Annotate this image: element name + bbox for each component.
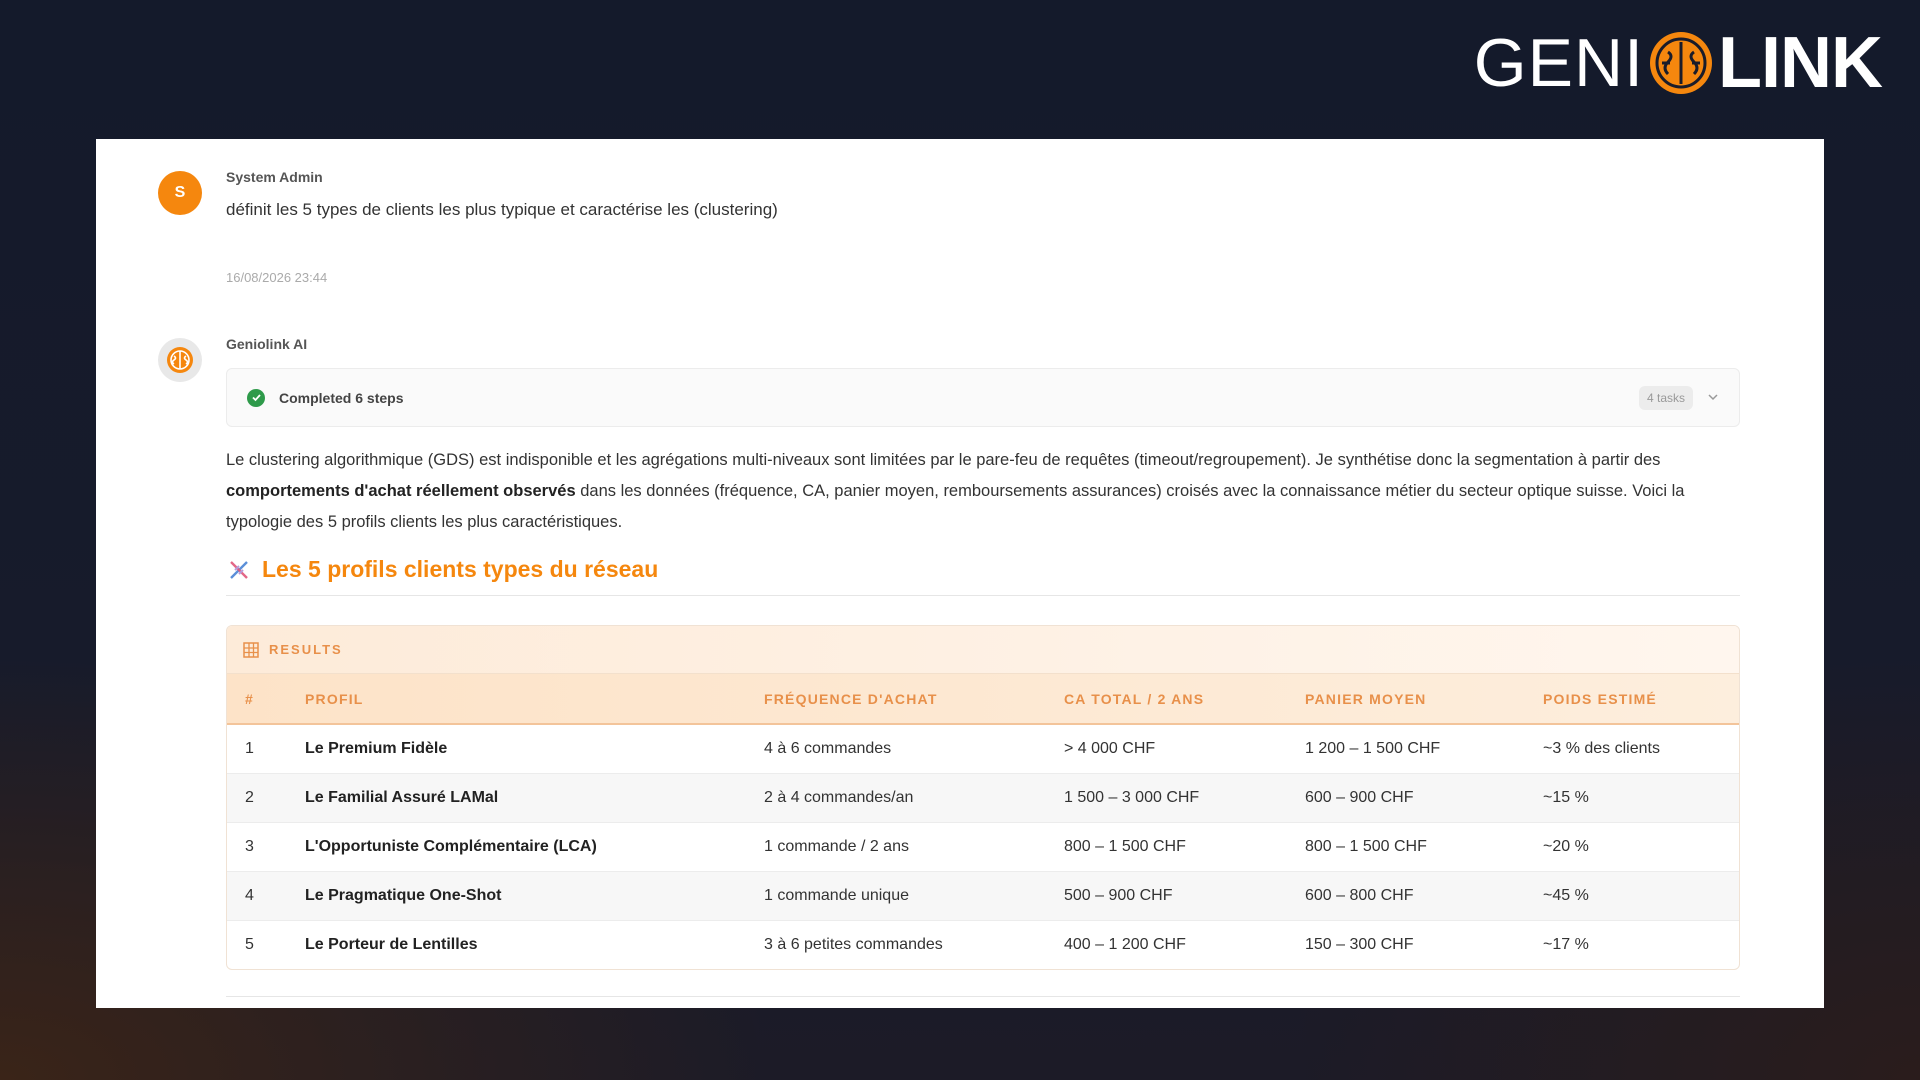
- section-title: Les 5 profils clients types du réseau: [262, 556, 659, 582]
- cell-revenue: 400 – 1 200 CHF: [1064, 935, 1186, 953]
- user-author-name: System Admin: [226, 169, 323, 185]
- message-timestamp: 16/08/2026 23:44: [226, 270, 328, 285]
- chat-panel: S System Admin définit les 5 types de cl…: [96, 139, 1824, 1008]
- table-row: 4 Le Pragmatique One-Shot 1 commande uni…: [227, 871, 1739, 921]
- column-header: PANIER MOYEN: [1305, 674, 1543, 725]
- table-row: 2 Le Familial Assuré LAMal 2 à 4 command…: [227, 773, 1739, 823]
- cell-frequency: 1 commande / 2 ans: [764, 822, 1064, 872]
- cell-profile: Le Pragmatique One-Shot: [305, 871, 764, 921]
- chevron-down-icon[interactable]: [1707, 390, 1719, 406]
- geniolink-logo: GENI LINK: [1473, 23, 1883, 103]
- table-row: 5 Le Porteur de Lentilles 3 à 6 petites …: [227, 920, 1739, 969]
- ai-avatar: [158, 338, 202, 382]
- cell-basket: 150 – 300 CHF: [1305, 935, 1414, 953]
- cell-basket: 600 – 800 CHF: [1305, 871, 1543, 921]
- cell-index: 5: [245, 935, 254, 953]
- results-table-card: RESULTS # PROFIL FRÉQUENCE D'ACHAT CA TO…: [226, 625, 1740, 970]
- cell-weight: ~45 %: [1543, 871, 1739, 921]
- cell-profile: Le Premium Fidèle: [305, 724, 764, 774]
- cell-basket: 1 200 – 1 500 CHF: [1305, 724, 1543, 774]
- cell-weight: ~3 % des clients: [1543, 724, 1739, 774]
- logo-text-left: GENI: [1473, 25, 1645, 101]
- cell-revenue: 500 – 900 CHF: [1064, 871, 1305, 921]
- paragraph-bold: comportements d'achat réellement observé…: [226, 482, 576, 500]
- cell-revenue: > 4 000 CHF: [1064, 724, 1305, 774]
- cell-revenue: 1 500 – 3 000 CHF: [1064, 773, 1305, 823]
- cell-frequency: 1 commande unique: [764, 871, 1064, 921]
- table-grid-icon: [243, 641, 259, 658]
- table-row: 3 L'Opportuniste Complémentaire (LCA) 1 …: [227, 822, 1739, 872]
- logo-text-right: LINK: [1718, 23, 1883, 103]
- column-header: #: [227, 674, 305, 725]
- cell-frequency: 3 à 6 petites commandes: [764, 935, 943, 953]
- column-header: POIDS ESTIMÉ: [1543, 674, 1739, 725]
- cell-frequency: 4 à 6 commandes: [764, 724, 1064, 774]
- results-header: RESULTS: [227, 626, 1739, 674]
- tasks-badge: 4 tasks: [1638, 385, 1693, 410]
- section-heading: Les 5 profils clients types du réseau: [226, 556, 1740, 596]
- paragraph-part-1: Le clustering algorithmique (GDS) est in…: [226, 451, 1661, 469]
- completed-steps-panel[interactable]: Completed 6 steps 4 tasks: [226, 368, 1740, 427]
- column-header: CA TOTAL / 2 ANS: [1064, 674, 1305, 725]
- divider: [226, 996, 1740, 997]
- table-row: 1 Le Premium Fidèle 4 à 6 commandes > 4 …: [227, 724, 1739, 774]
- column-header: PROFIL: [305, 674, 764, 725]
- user-avatar-initial: S: [174, 184, 186, 201]
- ai-author-name: Geniolink AI: [226, 336, 308, 352]
- brain-logo-icon: [1650, 32, 1713, 94]
- cell-profile: Le Porteur de Lentilles: [305, 935, 478, 953]
- user-avatar: S: [158, 171, 202, 215]
- cell-basket: 800 – 1 500 CHF: [1305, 822, 1543, 872]
- cell-index: 2: [227, 773, 305, 823]
- user-message-text: définit les 5 types de clients les plus …: [226, 200, 778, 219]
- cell-weight: ~15 %: [1543, 773, 1739, 823]
- check-circle-icon: [247, 388, 265, 407]
- cell-weight: ~17 %: [1543, 935, 1589, 953]
- steps-label: Completed 6 steps: [279, 389, 404, 406]
- column-header: FRÉQUENCE D'ACHAT: [764, 674, 1064, 725]
- cell-index: 1: [227, 724, 305, 774]
- results-label: RESULTS: [269, 642, 343, 657]
- ai-response-paragraph: Le clustering algorithmique (GDS) est in…: [226, 445, 1744, 538]
- cell-revenue: 800 – 1 500 CHF: [1064, 822, 1305, 872]
- cell-basket: 600 – 900 CHF: [1305, 773, 1543, 823]
- cell-weight: ~20 %: [1543, 822, 1739, 872]
- results-table: # PROFIL FRÉQUENCE D'ACHAT CA TOTAL / 2 …: [227, 674, 1739, 969]
- brain-avatar-icon: [167, 347, 193, 373]
- cell-index: 3: [227, 822, 305, 872]
- table-header-row: # PROFIL FRÉQUENCE D'ACHAT CA TOTAL / 2 …: [227, 674, 1739, 725]
- cell-profile: Le Familial Assuré LAMal: [305, 773, 764, 823]
- cell-profile: L'Opportuniste Complémentaire (LCA): [305, 822, 764, 872]
- cell-index: 4: [227, 871, 305, 921]
- dna-icon: [230, 560, 248, 579]
- cell-frequency: 2 à 4 commandes/an: [764, 773, 1064, 823]
